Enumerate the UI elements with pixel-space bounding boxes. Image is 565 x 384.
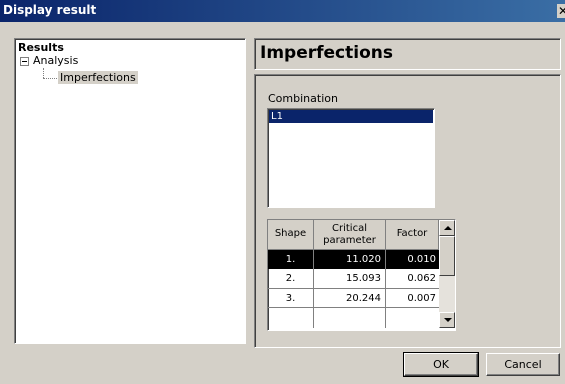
ok-button[interactable]: OK: [403, 352, 479, 377]
combination-label: Combination: [268, 92, 338, 105]
cell-shape: 2.: [268, 269, 314, 289]
cell-factor: 0.010: [386, 250, 439, 269]
page-header: Imperfections: [254, 38, 561, 70]
cancel-button[interactable]: Cancel: [486, 353, 560, 376]
combination-item[interactable]: L1: [269, 110, 433, 123]
column-header-shape[interactable]: Shape: [268, 220, 314, 250]
close-icon[interactable]: ✕: [557, 4, 565, 18]
column-header-factor[interactable]: Factor: [386, 220, 439, 250]
cell-factor: 0.007: [386, 289, 439, 308]
cell-critical-parameter: 15.093: [314, 269, 386, 289]
minus-box-icon[interactable]: [20, 57, 29, 66]
grid-scrollbar[interactable]: [439, 220, 455, 328]
combination-list[interactable]: L1: [267, 108, 435, 208]
scrollbar-thumb[interactable]: [439, 236, 455, 276]
arrow-up-icon[interactable]: [439, 220, 455, 236]
cell-shape: 1.: [268, 250, 314, 269]
window-title: Display result: [3, 3, 97, 17]
cell-shape: 3.: [268, 289, 314, 308]
column-header-critical-parameter[interactable]: Critical parameter: [314, 220, 386, 250]
cell-critical-parameter: 20.244: [314, 289, 386, 308]
cell-critical-parameter: [314, 308, 386, 328]
tree-node-analysis[interactable]: Analysis: [33, 54, 78, 67]
results-tree[interactable]: Results Analysis Imperfections: [14, 38, 246, 344]
title-bar: Display result ✕: [0, 0, 565, 22]
tree-connector: [43, 68, 44, 78]
tree-node-imperfections[interactable]: Imperfections: [58, 71, 138, 84]
cell-critical-parameter: 11.020: [314, 250, 386, 269]
content-panel: Combination L1 Shape Critical parameter …: [254, 74, 561, 348]
arrow-down-icon[interactable]: [439, 312, 455, 328]
imperfection-grid[interactable]: Shape Critical parameter Factor 1. 11.02…: [267, 219, 456, 331]
cell-shape: [268, 308, 314, 328]
tree-connector: [43, 78, 57, 79]
page-title: Imperfections: [260, 43, 393, 63]
tree-root-results[interactable]: Results: [18, 41, 64, 54]
cell-factor: 0.062: [386, 269, 439, 289]
